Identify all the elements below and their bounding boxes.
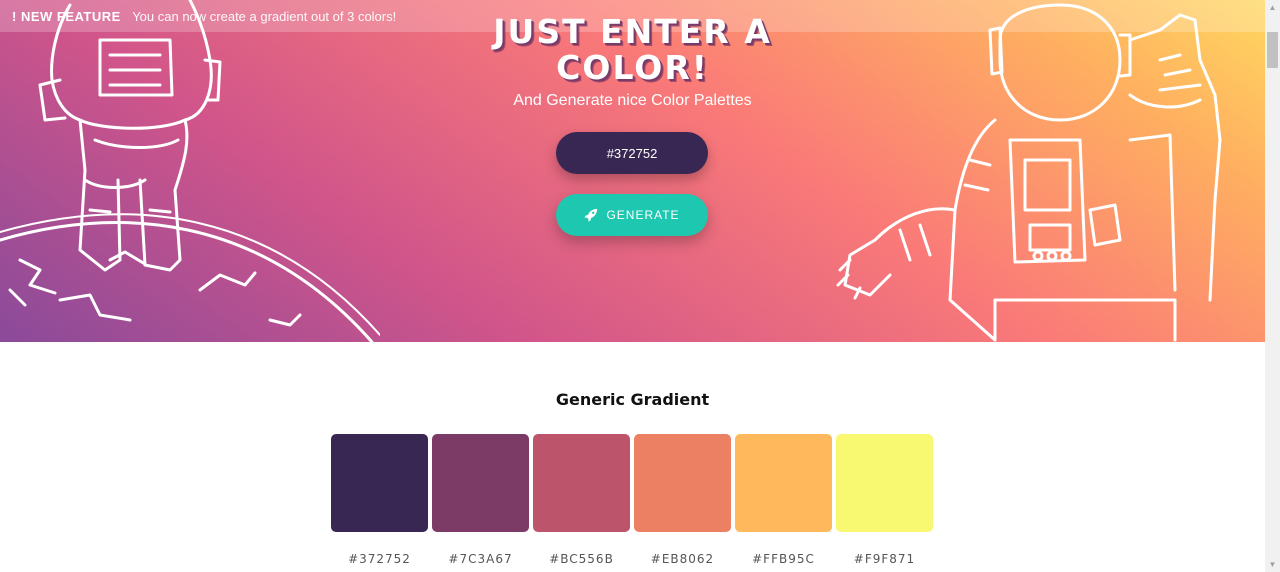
color-swatch[interactable]: [836, 434, 933, 532]
hero-subtitle: And Generate nice Color Palettes: [513, 92, 752, 109]
swatch-hex-label[interactable]: #372752: [331, 552, 428, 566]
swatch-hex-label[interactable]: #7C3A67: [432, 552, 529, 566]
swatch-item[interactable]: #EB8062: [634, 434, 731, 566]
color-swatch[interactable]: [331, 434, 428, 532]
scroll-up-arrow-icon[interactable]: ▲: [1265, 0, 1280, 15]
swatch-item[interactable]: #BC556B: [533, 434, 630, 566]
scrollbar-thumb[interactable]: [1267, 32, 1278, 68]
rocket-icon: [584, 208, 598, 222]
page-scrollbar[interactable]: ▲ ▼: [1265, 0, 1280, 572]
swatch-item[interactable]: #FFB95C: [735, 434, 832, 566]
new-feature-message: You can now create a gradient out of 3 c…: [132, 9, 397, 24]
swatch-hex-label[interactable]: #F9F871: [836, 552, 933, 566]
new-feature-tag: ! NEW FEATURE: [12, 9, 121, 24]
swatch-item[interactable]: #F9F871: [836, 434, 933, 566]
color-swatch[interactable]: [533, 434, 630, 532]
swatch-item[interactable]: #372752: [331, 434, 428, 566]
color-swatch[interactable]: [735, 434, 832, 532]
swatch-hex-label[interactable]: #FFB95C: [735, 552, 832, 566]
generate-button[interactable]: GENERATE: [556, 194, 708, 236]
hero-title: JUST ENTER A COLOR!: [493, 12, 772, 87]
astronaut-waving-illustration: [836, 3, 1222, 342]
scroll-down-arrow-icon[interactable]: ▼: [1265, 557, 1280, 572]
generate-label: GENERATE: [606, 208, 680, 222]
swatch-item[interactable]: #7C3A67: [432, 434, 529, 566]
palette-swatches: #372752 #7C3A67 #BC556B #EB8062 #FFB95C …: [331, 434, 935, 572]
palette-section-title: Generic Gradient: [555, 390, 710, 409]
hero-section: ! NEW FEATURE You can now create a gradi…: [0, 0, 1265, 342]
color-swatch[interactable]: [634, 434, 731, 532]
color-input[interactable]: [556, 132, 708, 174]
astronaut-planet-illustration: [0, 0, 380, 342]
swatch-hex-label[interactable]: #EB8062: [634, 552, 731, 566]
swatch-hex-label[interactable]: #BC556B: [533, 552, 630, 566]
color-swatch[interactable]: [432, 434, 529, 532]
